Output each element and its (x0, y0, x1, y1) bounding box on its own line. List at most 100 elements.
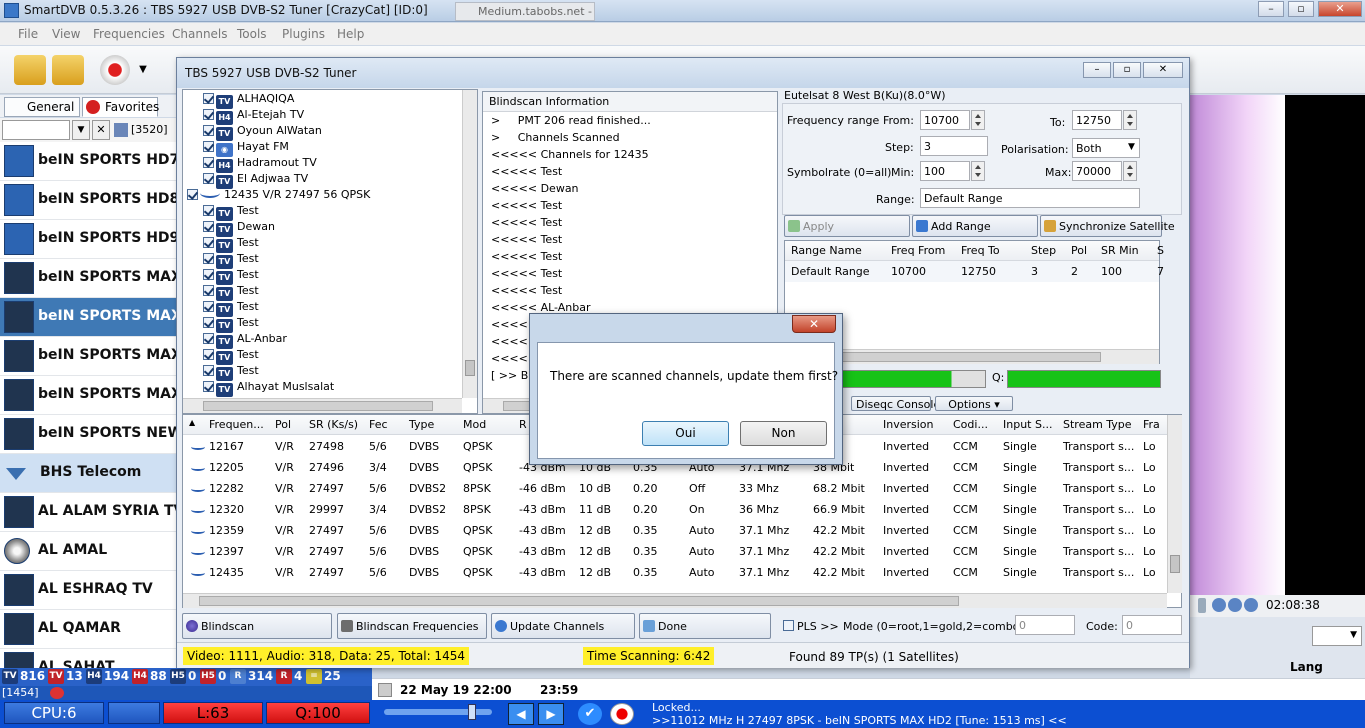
tree-checkbox[interactable] (203, 301, 214, 312)
tree-checkbox[interactable] (203, 93, 214, 104)
code-input[interactable]: 0 (1122, 615, 1182, 635)
tree-item[interactable]: TV Test (203, 236, 259, 253)
range-column-header[interactable]: SR Min (1101, 244, 1139, 257)
tree-item[interactable]: TV Oyoun AlWatan (203, 124, 322, 141)
tree-item[interactable]: TV Test (203, 348, 259, 365)
transponder-row[interactable]: 12359 V/R 27497 5/6 DVBS QPSK -43 dBm 12 dB 0.35… (183, 520, 1167, 541)
menu-view[interactable]: View (52, 27, 80, 41)
tree-checkbox[interactable] (203, 365, 214, 376)
from-spinner[interactable] (971, 110, 985, 130)
record-icon[interactable] (100, 55, 130, 85)
tree-item[interactable]: TV AL-Anbar (203, 332, 287, 349)
tp-vertical-scrollbar[interactable] (1167, 415, 1182, 593)
tree-item[interactable]: TV El Adjwaa TV (203, 172, 308, 189)
range-input[interactable]: Default Range (920, 188, 1140, 208)
tree-checkbox[interactable] (203, 109, 214, 120)
tree-item[interactable]: TV Dewan (203, 220, 275, 237)
update-channels-button[interactable]: Update Channels (491, 613, 635, 639)
delete-folder-icon[interactable] (52, 55, 84, 85)
channel-item[interactable]: beIN SPORTS HD8 (0, 181, 180, 220)
tree-item[interactable]: TV Alhayat Muslsalat (203, 380, 334, 397)
tab-favorites[interactable]: Favorites (82, 97, 159, 117)
channel-item[interactable]: BHS Telecom (0, 454, 180, 493)
tp-column-header[interactable]: Pol (275, 418, 291, 431)
menu-channels[interactable]: Channels (172, 27, 228, 41)
tuner-close-button[interactable]: ✕ (1143, 62, 1183, 78)
epg-toggle-icon[interactable] (378, 683, 392, 697)
tp-scroll-thumb[interactable] (1170, 555, 1180, 573)
channel-item[interactable]: beIN SPORTS MAX HD (0, 259, 180, 298)
to-spinner[interactable] (1123, 110, 1137, 130)
range-column-header[interactable]: Pol (1071, 244, 1087, 257)
diseqc-console-button[interactable]: Diseqc Console (851, 396, 940, 411)
open-folder-icon[interactable] (14, 55, 46, 85)
menu-file[interactable]: File (18, 27, 38, 41)
tree-checkbox[interactable] (203, 237, 214, 248)
tree-checkbox[interactable] (203, 381, 214, 392)
menu-help[interactable]: Help (337, 27, 364, 41)
audio-select[interactable]: ▼ (1312, 626, 1362, 646)
tree-item[interactable]: TV Test (203, 316, 259, 333)
channel-item[interactable]: AL SAHAT (0, 649, 180, 668)
tp-column-header[interactable]: Codi... (953, 418, 988, 431)
add-range-button[interactable]: Add Range (912, 215, 1038, 237)
tuner-maximize-button[interactable]: ▫ (1113, 62, 1141, 78)
done-button[interactable]: Done (639, 613, 771, 639)
tree-checkbox[interactable] (203, 173, 214, 184)
range-row[interactable]: Default Range 10700 12750 3 2 100 7 (785, 261, 1164, 282)
transponder-row[interactable]: 12435 V/R 27497 5/6 DVBS QPSK -43 dBm 12 dB 0.35… (183, 562, 1167, 583)
menu-tools[interactable]: Tools (237, 27, 267, 41)
tree-checkbox[interactable] (203, 253, 214, 264)
tree-item[interactable]: H4 Al-Etejah TV (203, 108, 304, 125)
tree-item[interactable]: TV Test (203, 284, 259, 301)
yes-button[interactable]: Oui (642, 421, 729, 446)
tree-checkbox[interactable] (203, 141, 214, 152)
step-input[interactable]: 3 (920, 136, 988, 156)
channel-item[interactable]: beIN SPORTS MAX HD (0, 376, 180, 415)
from-input[interactable]: 10700 (920, 110, 970, 130)
tree-checkbox[interactable] (203, 269, 214, 280)
channel-item[interactable]: AL ALAM SYRIA TV (0, 493, 180, 532)
next-icon[interactable] (1244, 598, 1258, 612)
background-browser-tab[interactable]: Medium.tabobs.net - Save Torr... (455, 2, 595, 21)
transponder-row[interactable]: 12397 V/R 27497 5/6 DVBS QPSK -43 dBm 12 dB 0.35… (183, 541, 1167, 562)
polarisation-dropdown-icon[interactable]: ▼ (1128, 142, 1135, 152)
volume-thumb[interactable] (468, 704, 476, 720)
options-button[interactable]: Options ▾ (935, 396, 1013, 411)
tree-item[interactable]: TV Test (203, 364, 259, 381)
tp-column-header[interactable]: SR (Ks/s) (309, 418, 358, 431)
range-column-header[interactable]: Range Name (791, 244, 862, 257)
tree-item[interactable]: TV ALHAQIQA (203, 92, 294, 109)
channel-item[interactable]: beIN SPORTS MAX HD (0, 298, 180, 337)
tree-checkbox[interactable] (187, 189, 198, 200)
channel-item[interactable]: beIN SPORTS MAX HD (0, 337, 180, 376)
tree-vertical-scrollbar[interactable] (462, 90, 477, 398)
filter-clear-button[interactable]: ✕ (92, 120, 110, 140)
tree-item[interactable]: TV Test (203, 300, 259, 317)
channel-item[interactable]: beIN SPORTS HD9 (0, 220, 180, 259)
tp-column-header[interactable]: Frequen... (209, 418, 264, 431)
record-status-icon[interactable] (610, 703, 634, 725)
synchronize-satellite-button[interactable]: Synchronize Satellite (1040, 215, 1175, 237)
mode-input[interactable]: 0 (1015, 615, 1075, 635)
tree-item[interactable]: ◉ Hayat FM (203, 140, 289, 157)
tab-general[interactable]: General (4, 97, 80, 117)
tp-column-header[interactable]: Inversion (883, 418, 934, 431)
min-input[interactable]: 100 (920, 161, 970, 181)
maximize-button[interactable]: ▫ (1288, 1, 1314, 17)
tp-column-header[interactable]: Mod (463, 418, 486, 431)
tree-scroll-thumb[interactable] (465, 360, 475, 376)
tree-item[interactable]: 12435 V/R 27497 56 QPSK (187, 188, 370, 204)
filter-input[interactable] (2, 120, 70, 140)
close-button[interactable]: ✕ (1318, 1, 1362, 17)
menu-plugins[interactable]: Plugins (282, 27, 325, 41)
next-channel-icon[interactable]: ▶ (538, 703, 564, 725)
to-input[interactable]: 12750 (1072, 110, 1122, 130)
tp-column-header[interactable]: Fec (369, 418, 388, 431)
transponder-row[interactable]: 12320 V/R 29997 3/4 DVBS2 8PSK -43 dBm 11 dB 0.2… (183, 499, 1167, 520)
tree-checkbox[interactable] (203, 333, 214, 344)
blindscan-button[interactable]: Blindscan (182, 613, 332, 639)
check-icon[interactable]: ✔ (578, 703, 602, 725)
tp-column-header[interactable]: Fra (1143, 418, 1160, 431)
tree-checkbox[interactable] (203, 157, 214, 168)
